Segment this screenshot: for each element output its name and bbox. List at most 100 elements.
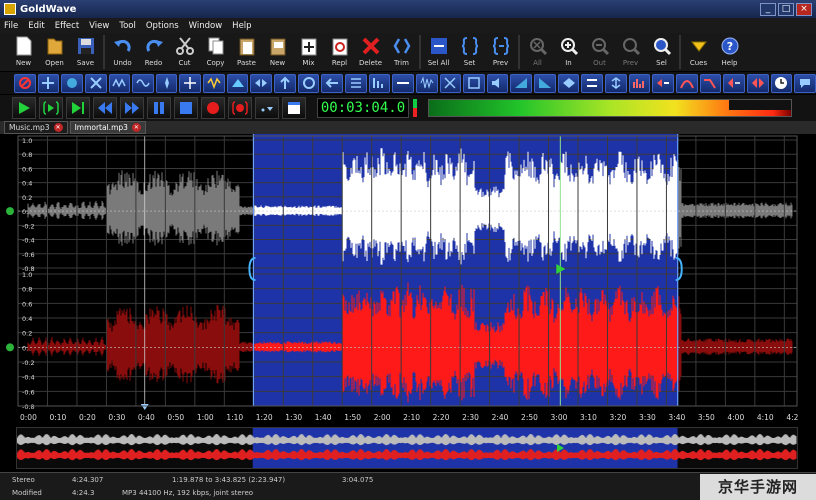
zoom-in-button[interactable]: In: [553, 33, 584, 71]
previous-selection-button[interactable]: Prev: [485, 33, 516, 71]
status-duration: 4:24.3: [72, 488, 95, 497]
effect-maximize-icon[interactable]: [581, 73, 604, 93]
trim-button[interactable]: Trim: [386, 33, 417, 71]
effect-fade-in-icon[interactable]: [510, 73, 533, 93]
effect-fade-out-icon[interactable]: [534, 73, 556, 93]
record-button[interactable]: [201, 97, 225, 119]
overview-strip[interactable]: [16, 427, 798, 469]
effect-reverse-icon[interactable]: [321, 73, 343, 93]
menu-edit[interactable]: Edit: [28, 21, 44, 31]
effect-bandpass-icon[interactable]: [675, 73, 698, 93]
mix-button[interactable]: Mix: [293, 33, 324, 71]
play-selection-button[interactable]: [39, 97, 63, 119]
effect-expand-icon[interactable]: [37, 73, 60, 93]
effect-playback-rate-icon[interactable]: [344, 73, 367, 93]
effect-pitch-icon[interactable]: [274, 73, 296, 93]
close-tab-icon[interactable]: ✕: [131, 123, 141, 132]
maximize-button[interactable]: □: [778, 2, 794, 16]
effect-resample-icon[interactable]: [368, 73, 391, 93]
time-tick-label: 3:40: [668, 413, 685, 422]
effect-stretch-icon[interactable]: [84, 73, 107, 93]
play-to-end-button[interactable]: [66, 97, 90, 119]
effect-echo-icon[interactable]: [108, 73, 131, 93]
transport-options-button[interactable]: [255, 97, 279, 119]
tab-immortal[interactable]: Immortal.mp3 ✕: [69, 121, 146, 134]
effect-lowpass-icon[interactable]: [699, 73, 722, 93]
open-button[interactable]: Open: [39, 33, 70, 71]
menu-options[interactable]: Options: [146, 21, 179, 31]
cues-button[interactable]: Cues: [683, 33, 714, 71]
effect-filter-icon[interactable]: [132, 73, 154, 93]
time-tick-label: 1:20: [256, 413, 273, 422]
effect-reverb-icon[interactable]: [297, 73, 320, 93]
paste-new-button[interactable]: New: [262, 33, 293, 71]
close-tab-icon[interactable]: ✕: [53, 123, 63, 132]
effect-mute-icon[interactable]: [14, 73, 36, 93]
time-tick-label: 1:10: [226, 413, 243, 422]
play-button[interactable]: [12, 97, 36, 119]
tab-music[interactable]: Music.mp3 ✕: [4, 121, 68, 134]
rewind-button[interactable]: [93, 97, 117, 119]
record-selection-button[interactable]: [228, 97, 252, 119]
select-all-icon: [428, 36, 450, 56]
effect-timer-icon[interactable]: [770, 73, 793, 93]
effect-notch-icon[interactable]: [746, 73, 769, 93]
y-tick-label: 1.0: [22, 137, 32, 145]
copy-button[interactable]: Copy: [200, 33, 231, 71]
effect-mechanize-icon[interactable]: [203, 73, 225, 93]
menu-window[interactable]: Window: [189, 21, 223, 31]
zoom-previous-button[interactable]: Prev: [615, 33, 646, 71]
close-window-button[interactable]: ×: [796, 2, 812, 16]
effect-match-icon[interactable]: [605, 73, 627, 93]
undo-button[interactable]: Undo: [107, 33, 138, 71]
overview-waveform[interactable]: [16, 428, 797, 468]
zoom-out-button[interactable]: Out: [584, 33, 615, 71]
effect-channel-icon[interactable]: [463, 73, 485, 93]
effect-highpass-icon[interactable]: [723, 73, 745, 93]
effect-noise-icon[interactable]: [415, 73, 438, 93]
y-tick-label: 1.0: [22, 271, 32, 279]
effect-shape-icon[interactable]: [557, 73, 580, 93]
effect-compress-icon[interactable]: [652, 73, 674, 93]
replace-button[interactable]: Repl: [324, 33, 355, 71]
menu-effect[interactable]: Effect: [55, 21, 79, 31]
new-button[interactable]: New: [8, 33, 39, 71]
menu-view[interactable]: View: [89, 21, 109, 31]
save-button[interactable]: Save: [70, 33, 101, 71]
effect-doppler-icon[interactable]: [61, 73, 83, 93]
stop-button[interactable]: [174, 97, 198, 119]
menu-help[interactable]: Help: [232, 21, 251, 31]
effect-invert-icon[interactable]: [179, 73, 202, 93]
record-indicator: [413, 99, 417, 117]
menu-tool[interactable]: Tool: [119, 21, 136, 31]
effect-speech-icon[interactable]: [794, 73, 816, 93]
status-length: 4:24.307: [72, 475, 104, 484]
effect-spatial-icon[interactable]: [439, 73, 462, 93]
minimize-button[interactable]: _: [760, 2, 776, 16]
effect-flanger-icon[interactable]: [155, 73, 178, 93]
redo-icon: [143, 36, 165, 56]
set-selection-button[interactable]: Set: [454, 33, 485, 71]
zoom-selection-icon: [651, 36, 673, 56]
effect-offset-icon[interactable]: [226, 73, 249, 93]
zoom-all-button[interactable]: All: [522, 33, 553, 71]
fast-forward-button[interactable]: [120, 97, 144, 119]
effect-eq-icon[interactable]: [628, 73, 651, 93]
zoom-selection-button[interactable]: Sel: [646, 33, 677, 71]
effect-volume-icon[interactable]: [486, 73, 509, 93]
paste-button[interactable]: Paste: [231, 33, 262, 71]
pause-button[interactable]: [147, 97, 171, 119]
delete-x-icon: [360, 36, 382, 56]
help-button[interactable]: ? Help: [714, 33, 745, 71]
cut-button[interactable]: Cut: [169, 33, 200, 71]
menu-file[interactable]: File: [4, 21, 18, 31]
waveform-editor[interactable]: 1.0 0.8 0.6 0.4 0.2 0.0 -0.2 -0.4 -0.6 -0.8 1.0 0.8…: [0, 134, 816, 424]
waveform-view[interactable]: 1.00.80.60.40.20.0-0.2-0.4-0.6-0.81.00.8…: [0, 134, 816, 424]
redo-button[interactable]: Redo: [138, 33, 169, 71]
select-all-button[interactable]: Sel All: [423, 33, 454, 71]
rewind-icon: [98, 102, 112, 114]
delete-button[interactable]: Delete: [355, 33, 386, 71]
effect-silence-icon[interactable]: [392, 73, 414, 93]
effect-pan-icon[interactable]: [250, 73, 273, 93]
control-window-button[interactable]: [282, 97, 306, 119]
